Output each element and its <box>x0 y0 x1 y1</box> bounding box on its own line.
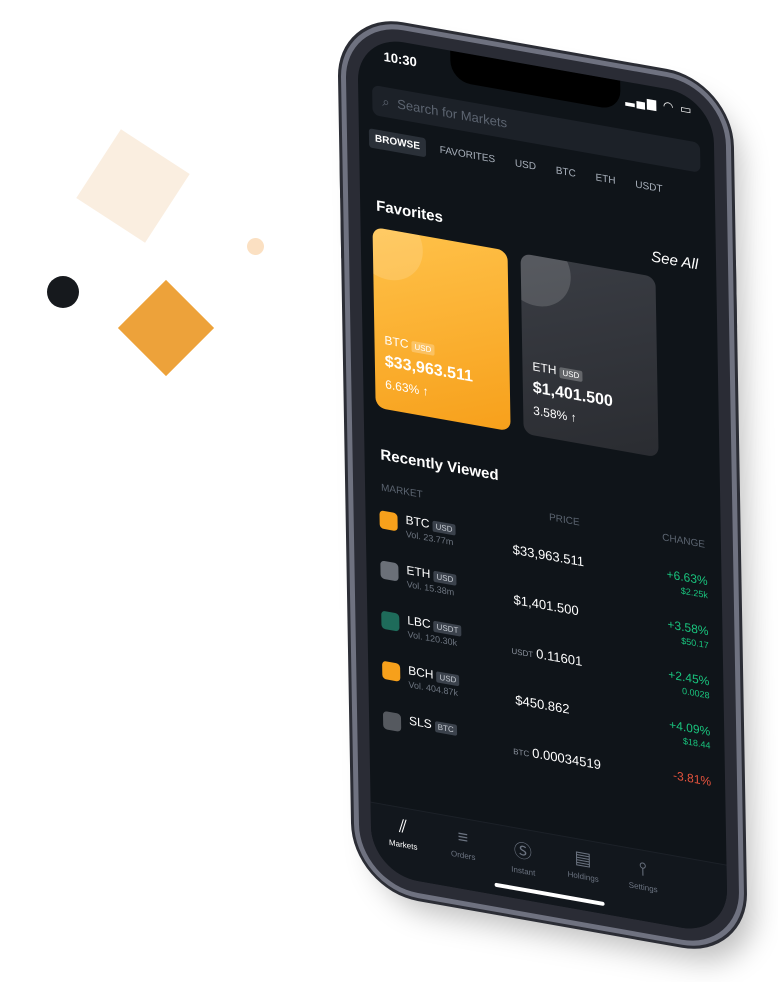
coin-icon <box>379 510 397 531</box>
row-price: BTC0.00034519 <box>513 742 601 773</box>
coin-icon <box>380 560 398 581</box>
row-change: +6.63% <box>666 567 707 588</box>
row-symbol-text: SLS <box>409 713 432 731</box>
card-symbol: ETHUSD <box>532 359 582 382</box>
phone-side-button <box>339 159 344 200</box>
row-price: $1,401.500 <box>510 591 578 618</box>
signal-wifi-battery-icon: ▂▄▆ ◠ ▭ <box>625 92 693 118</box>
orders-icon: ≡ <box>433 822 493 854</box>
chart-icon: ⫽ <box>373 811 433 843</box>
tab-label: Holdings <box>568 869 599 884</box>
row-symbol-text: ETH <box>406 563 430 581</box>
coin-icon <box>383 711 401 732</box>
tab-usdt[interactable]: USDT <box>629 174 669 200</box>
row-price-value: $450.862 <box>515 692 569 717</box>
tab-settings[interactable]: ⫯ Settings <box>613 853 674 897</box>
tab-eth[interactable]: ETH <box>589 167 621 192</box>
col-change: CHANGE <box>662 532 705 551</box>
row-change: +3.58% <box>667 617 708 638</box>
card-quote-badge: USD <box>411 341 434 356</box>
card-quote-badge: USD <box>559 367 582 382</box>
tab-label: Orders <box>451 849 476 862</box>
search-icon: ⌕ <box>382 94 390 110</box>
row-price-prefix: BTC <box>513 747 529 759</box>
eth-coin-icon <box>520 253 571 312</box>
row-symbol-text: LBC <box>407 613 431 631</box>
row-price: USDT0.11601 <box>511 642 582 670</box>
row-change: -3.81% <box>673 768 711 789</box>
col-market: MARKET <box>381 482 423 500</box>
phone-power-button <box>732 258 737 329</box>
favorites-title: Favorites <box>376 198 443 227</box>
notch <box>450 51 620 111</box>
card-symbol-text: BTC <box>384 333 408 351</box>
tab-browse[interactable]: BROWSE <box>369 128 426 157</box>
row-symbol: SLSBTC <box>409 713 457 735</box>
row-change: +4.09% <box>669 717 710 738</box>
card-symbol: BTCUSD <box>384 333 434 356</box>
card-change: 3.58% ↑ <box>533 403 577 425</box>
tab-favorites[interactable]: FAVORITES <box>434 140 502 171</box>
tab-orders[interactable]: ≡ Orders <box>433 822 494 866</box>
tab-label: Markets <box>389 838 418 852</box>
card-change: 6.63% ↑ <box>385 377 429 399</box>
tab-label: Instant <box>511 865 535 878</box>
coin-icon <box>381 610 399 631</box>
favorite-card-btc[interactable]: BTCUSD $33,963.511 6.63% ↑ <box>373 227 511 431</box>
row-price-value: 0.11601 <box>536 646 582 669</box>
recently-viewed-title: Recently Viewed <box>380 446 498 484</box>
decorative-square-orange <box>118 280 214 376</box>
app-screen: 10:30 ▂▄▆ ◠ ▭ ⌕ Search for Markets BROWS… <box>357 34 728 936</box>
decorative-dot-peach <box>247 238 264 255</box>
tab-holdings[interactable]: ▤ Holdings <box>553 843 614 887</box>
sliders-icon: ⫯ <box>613 853 673 885</box>
row-price-value: $1,401.500 <box>513 592 578 619</box>
search-placeholder: Search for Markets <box>397 96 507 130</box>
decorative-dot-dark <box>47 276 79 308</box>
row-price-prefix: USDT <box>511 647 533 660</box>
phone-frame: 10:30 ▂▄▆ ◠ ▭ ⌕ Search for Markets BROWS… <box>345 20 740 950</box>
row-quote-badge: BTC <box>435 721 457 736</box>
status-time: 10:30 <box>383 49 417 70</box>
bottom-tab-bar: ⫽ Markets ≡ Orders Ⓢ Instant ▤ Holdings … <box>371 802 728 936</box>
wallet-icon: ▤ <box>553 843 613 875</box>
card-symbol-text: ETH <box>532 359 556 377</box>
row-price-value: 0.00034519 <box>532 745 601 772</box>
row-price-value: $33,963.511 <box>513 542 585 570</box>
row-symbol-text: BTC <box>405 513 429 531</box>
tab-btc[interactable]: BTC <box>550 160 582 185</box>
phone-mockup: 10:30 ▂▄▆ ◠ ▭ ⌕ Search for Markets BROWS… <box>345 20 750 982</box>
row-price: $33,963.511 <box>510 541 585 569</box>
btc-coin-icon <box>373 227 424 286</box>
phone-side-button <box>340 219 345 260</box>
decorative-square-light <box>76 129 189 242</box>
coin-icon <box>382 661 400 682</box>
tab-usd[interactable]: USD <box>509 153 542 178</box>
favorite-card-eth[interactable]: ETHUSD $1,401.500 3.58% ↑ <box>520 253 658 457</box>
tab-label: Settings <box>629 880 658 894</box>
row-price: $450.862 <box>512 692 569 717</box>
col-price: PRICE <box>549 512 580 528</box>
tab-instant[interactable]: Ⓢ Instant <box>493 832 554 881</box>
home-indicator <box>495 883 605 906</box>
tab-markets[interactable]: ⫽ Markets <box>373 811 434 855</box>
dollar-icon: Ⓢ <box>493 832 553 869</box>
see-all-link[interactable]: See All <box>651 248 698 273</box>
row-change: +2.45% <box>668 667 709 688</box>
